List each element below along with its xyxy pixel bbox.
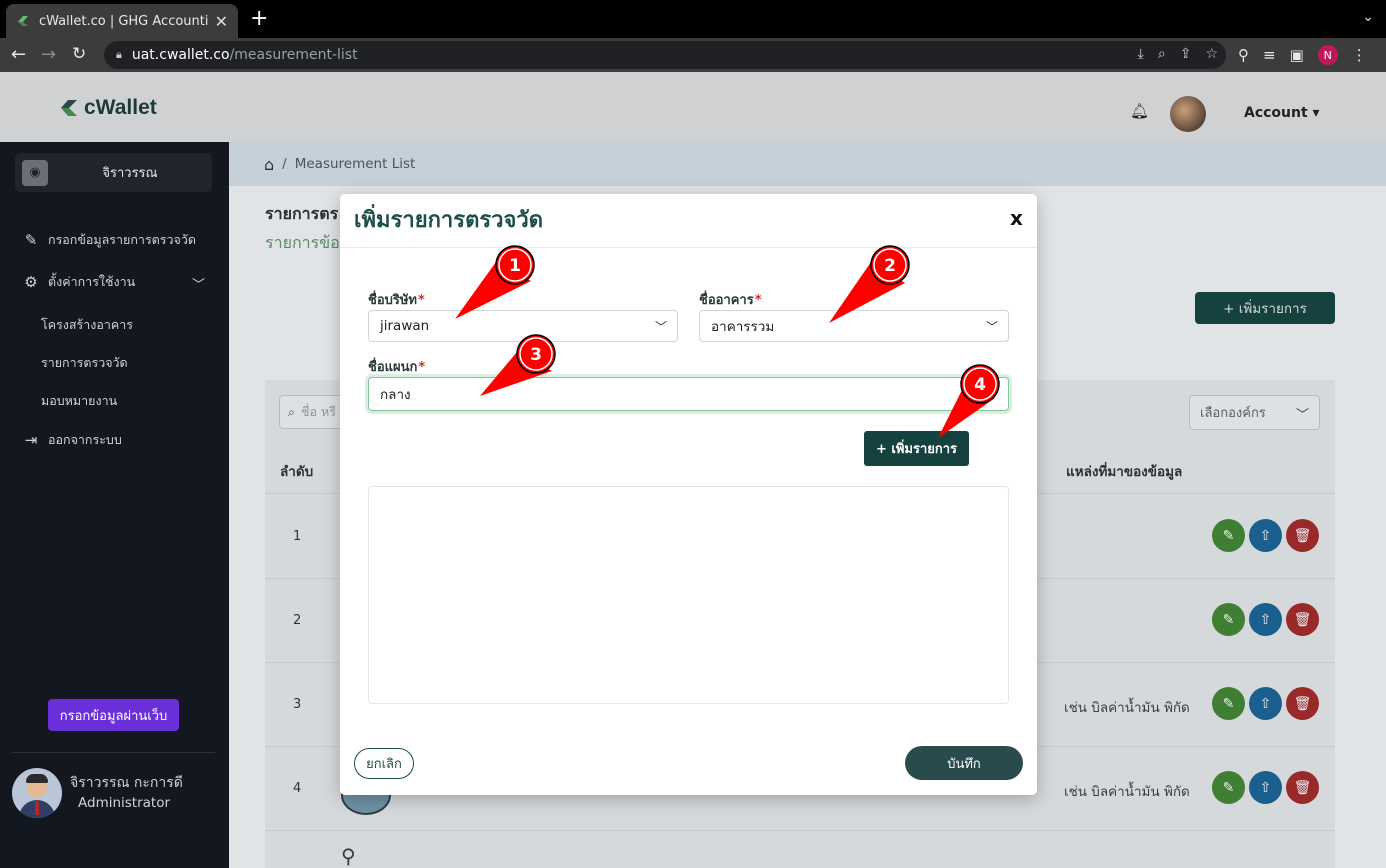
upload-icon[interactable]: ⇧ xyxy=(1249,519,1282,552)
sidebar-item-settings[interactable]: ⚙ ตั้งค่าการใช้งาน xyxy=(22,272,135,292)
browser-tab[interactable]: cWallet.co | GHG Accounting S ✕ xyxy=(6,4,238,38)
company-label: ชื่อบริษัท* xyxy=(368,293,425,308)
sidebar-user-name: จิราวรรณ xyxy=(102,166,158,181)
forward-icon[interactable]: → xyxy=(41,44,56,65)
edit-icon[interactable]: ✎ xyxy=(1212,519,1245,552)
share-icon[interactable]: ⇪ xyxy=(1180,46,1192,62)
new-tab-icon[interactable]: + xyxy=(250,6,268,31)
sidebar-subitem-assign-tasks[interactable]: มอบหมายงาน xyxy=(41,391,117,411)
table-row-number: 2 xyxy=(293,613,302,628)
cwallet-favicon-icon xyxy=(18,16,28,26)
department-input[interactable]: กลาง xyxy=(368,377,1009,411)
save-button[interactable]: บันทึก xyxy=(905,746,1023,780)
breadcrumb: ⌂ / Measurement List xyxy=(229,142,1386,186)
sidebar: ◉ จิราวรรณ ✎ กรอกข้อมูลรายการตรวจวัด ⚙ ต… xyxy=(0,142,229,868)
reload-icon[interactable]: ↻ xyxy=(72,44,86,64)
tab-search-chevron-icon[interactable]: ⌄ xyxy=(1362,9,1374,25)
sidebar-divider xyxy=(12,752,215,753)
menu-kebab-icon[interactable]: ⋮ xyxy=(1352,46,1367,64)
building-label: ชื่ออาคาร* xyxy=(699,293,762,308)
upload-icon[interactable]: ⇧ xyxy=(1249,603,1282,636)
camera-icon: ◉ xyxy=(22,159,48,186)
delete-icon[interactable]: 🗑︎ xyxy=(1286,519,1319,552)
add-item-button[interactable]: + เพิ่มรายการ xyxy=(864,431,969,466)
table-row-number: 3 xyxy=(293,697,302,712)
table-row-source: เช่น บิลค่าน้ำมัน พิกัด xyxy=(1064,700,1190,716)
sidebar-item-logout[interactable]: ⇥ ออกจากระบบ xyxy=(22,430,122,450)
chevron-down-icon: ﹀ xyxy=(1295,408,1309,423)
modal-title: เพิ่มรายการตรวจวัด xyxy=(354,208,544,233)
breadcrumb-current: Measurement List xyxy=(294,156,416,172)
table-row-source: เช่น บิลค่าน้ำมัน พิกัด xyxy=(1064,784,1190,800)
page-title: รายการตร xyxy=(265,204,339,223)
table-row-number: 4 xyxy=(293,781,302,796)
edit-icon[interactable]: ✎ xyxy=(1212,603,1245,636)
organization-select[interactable]: เลือกองค์กร ﹀ xyxy=(1189,395,1320,430)
delete-icon[interactable]: 🗑︎ xyxy=(1286,687,1319,720)
home-icon[interactable]: ⌂ xyxy=(264,155,274,174)
close-icon[interactable]: x xyxy=(1010,206,1023,230)
notification-bell-icon[interactable]: 🔔︎ xyxy=(1130,102,1149,120)
tab-title: cWallet.co | GHG Accounting S xyxy=(39,13,209,29)
upload-icon[interactable]: ⇧ xyxy=(1249,771,1282,804)
delete-icon[interactable]: 🗑︎ xyxy=(1286,771,1319,804)
app-header: cWallet 🔔︎ Account ▾ xyxy=(0,72,1386,142)
search-icon: ⌕ xyxy=(288,404,296,419)
edit-icon[interactable]: ✎ xyxy=(1212,687,1245,720)
media-icon[interactable]: ≡ xyxy=(1263,46,1276,64)
company-select[interactable]: jirawan ﹀ xyxy=(368,310,678,342)
items-list-area xyxy=(368,486,1009,704)
account-menu[interactable]: Account ▾ xyxy=(1244,105,1320,121)
upload-icon[interactable]: ⇧ xyxy=(1249,687,1282,720)
column-header-data-source: แหล่งที่มาของข้อมูล xyxy=(1066,464,1183,480)
tab-close-icon[interactable]: ✕ xyxy=(215,12,228,31)
add-measurement-modal: เพิ่มรายการตรวจวัด x ชื่อบริษัท* jirawan… xyxy=(340,194,1037,795)
cwallet-logo-icon xyxy=(61,100,77,116)
pencil-icon: ✎ xyxy=(24,231,38,249)
user-avatar[interactable] xyxy=(1170,96,1206,132)
install-icon[interactable]: ⤓ xyxy=(1138,46,1144,62)
sidebar-item-measurement-input[interactable]: ✎ กรอกข้อมูลรายการตรวจวัด xyxy=(22,230,196,250)
browser-tab-bar: cWallet.co | GHG Accounting S ✕ + ⌄ xyxy=(0,0,1386,38)
bookmark-star-icon[interactable]: ☆ xyxy=(1205,46,1218,62)
sidebar-user-avatar xyxy=(12,768,62,818)
url-host: uat.cwallet.co xyxy=(131,47,230,63)
side-panel-icon[interactable]: ▣ xyxy=(1290,46,1304,64)
chevron-down-icon: ﹀ xyxy=(985,320,998,334)
url-path: /measurement-list xyxy=(229,47,358,63)
extensions-icon[interactable]: ⚲ xyxy=(1238,46,1249,64)
gear-icon: ⚙ xyxy=(24,273,38,291)
zoom-icon[interactable]: ⌕ xyxy=(1158,46,1166,62)
cancel-button[interactable]: ยกเลิก xyxy=(354,748,414,779)
sidebar-footer-role: Administrator xyxy=(78,795,171,811)
sidebar-user-card[interactable]: ◉ จิราวรรณ xyxy=(15,153,212,192)
logo-text: cWallet xyxy=(84,96,157,119)
chevron-down-icon: ﹀ xyxy=(654,320,667,334)
department-label: ชื่อแผนก* xyxy=(368,360,426,375)
add-item-button-background[interactable]: + เพิ่มรายการ xyxy=(1195,292,1335,324)
lock-icon: 🔒︎ xyxy=(116,48,122,61)
cwallet-logo[interactable]: cWallet xyxy=(60,96,157,120)
water-tap-image: ⚲ xyxy=(341,844,356,868)
settings-chevron-down-icon[interactable]: ﹀ xyxy=(192,274,205,293)
building-select[interactable]: อาคารรวม ﹀ xyxy=(699,310,1009,342)
sidebar-footer-name: จิราวรรณ กะการดี xyxy=(70,775,183,791)
delete-icon[interactable]: 🗑︎ xyxy=(1286,603,1319,636)
logout-icon: ⇥ xyxy=(24,431,38,449)
profile-avatar[interactable]: N xyxy=(1317,45,1338,65)
sidebar-subitem-building-structure[interactable]: โครงสร้างอาคาร xyxy=(41,315,133,335)
sidebar-subitem-measurement-list[interactable]: รายการตรวจวัด xyxy=(41,353,128,373)
web-input-button[interactable]: กรอกข้อมูลผ่านเว็บ xyxy=(48,699,179,731)
edit-icon[interactable]: ✎ xyxy=(1212,771,1245,804)
browser-toolbar: ← → ↻ 🔒︎ uat.cwallet.co/measurement-list… xyxy=(0,38,1386,72)
table-row-number: 1 xyxy=(293,529,302,544)
column-header-order: ลำดับ xyxy=(280,464,314,480)
page-subtitle: รายการข้อ xyxy=(265,233,340,252)
back-icon[interactable]: ← xyxy=(11,44,26,65)
address-bar[interactable]: 🔒︎ uat.cwallet.co/measurement-list ⤓ ⌕ ⇪… xyxy=(104,41,1226,69)
